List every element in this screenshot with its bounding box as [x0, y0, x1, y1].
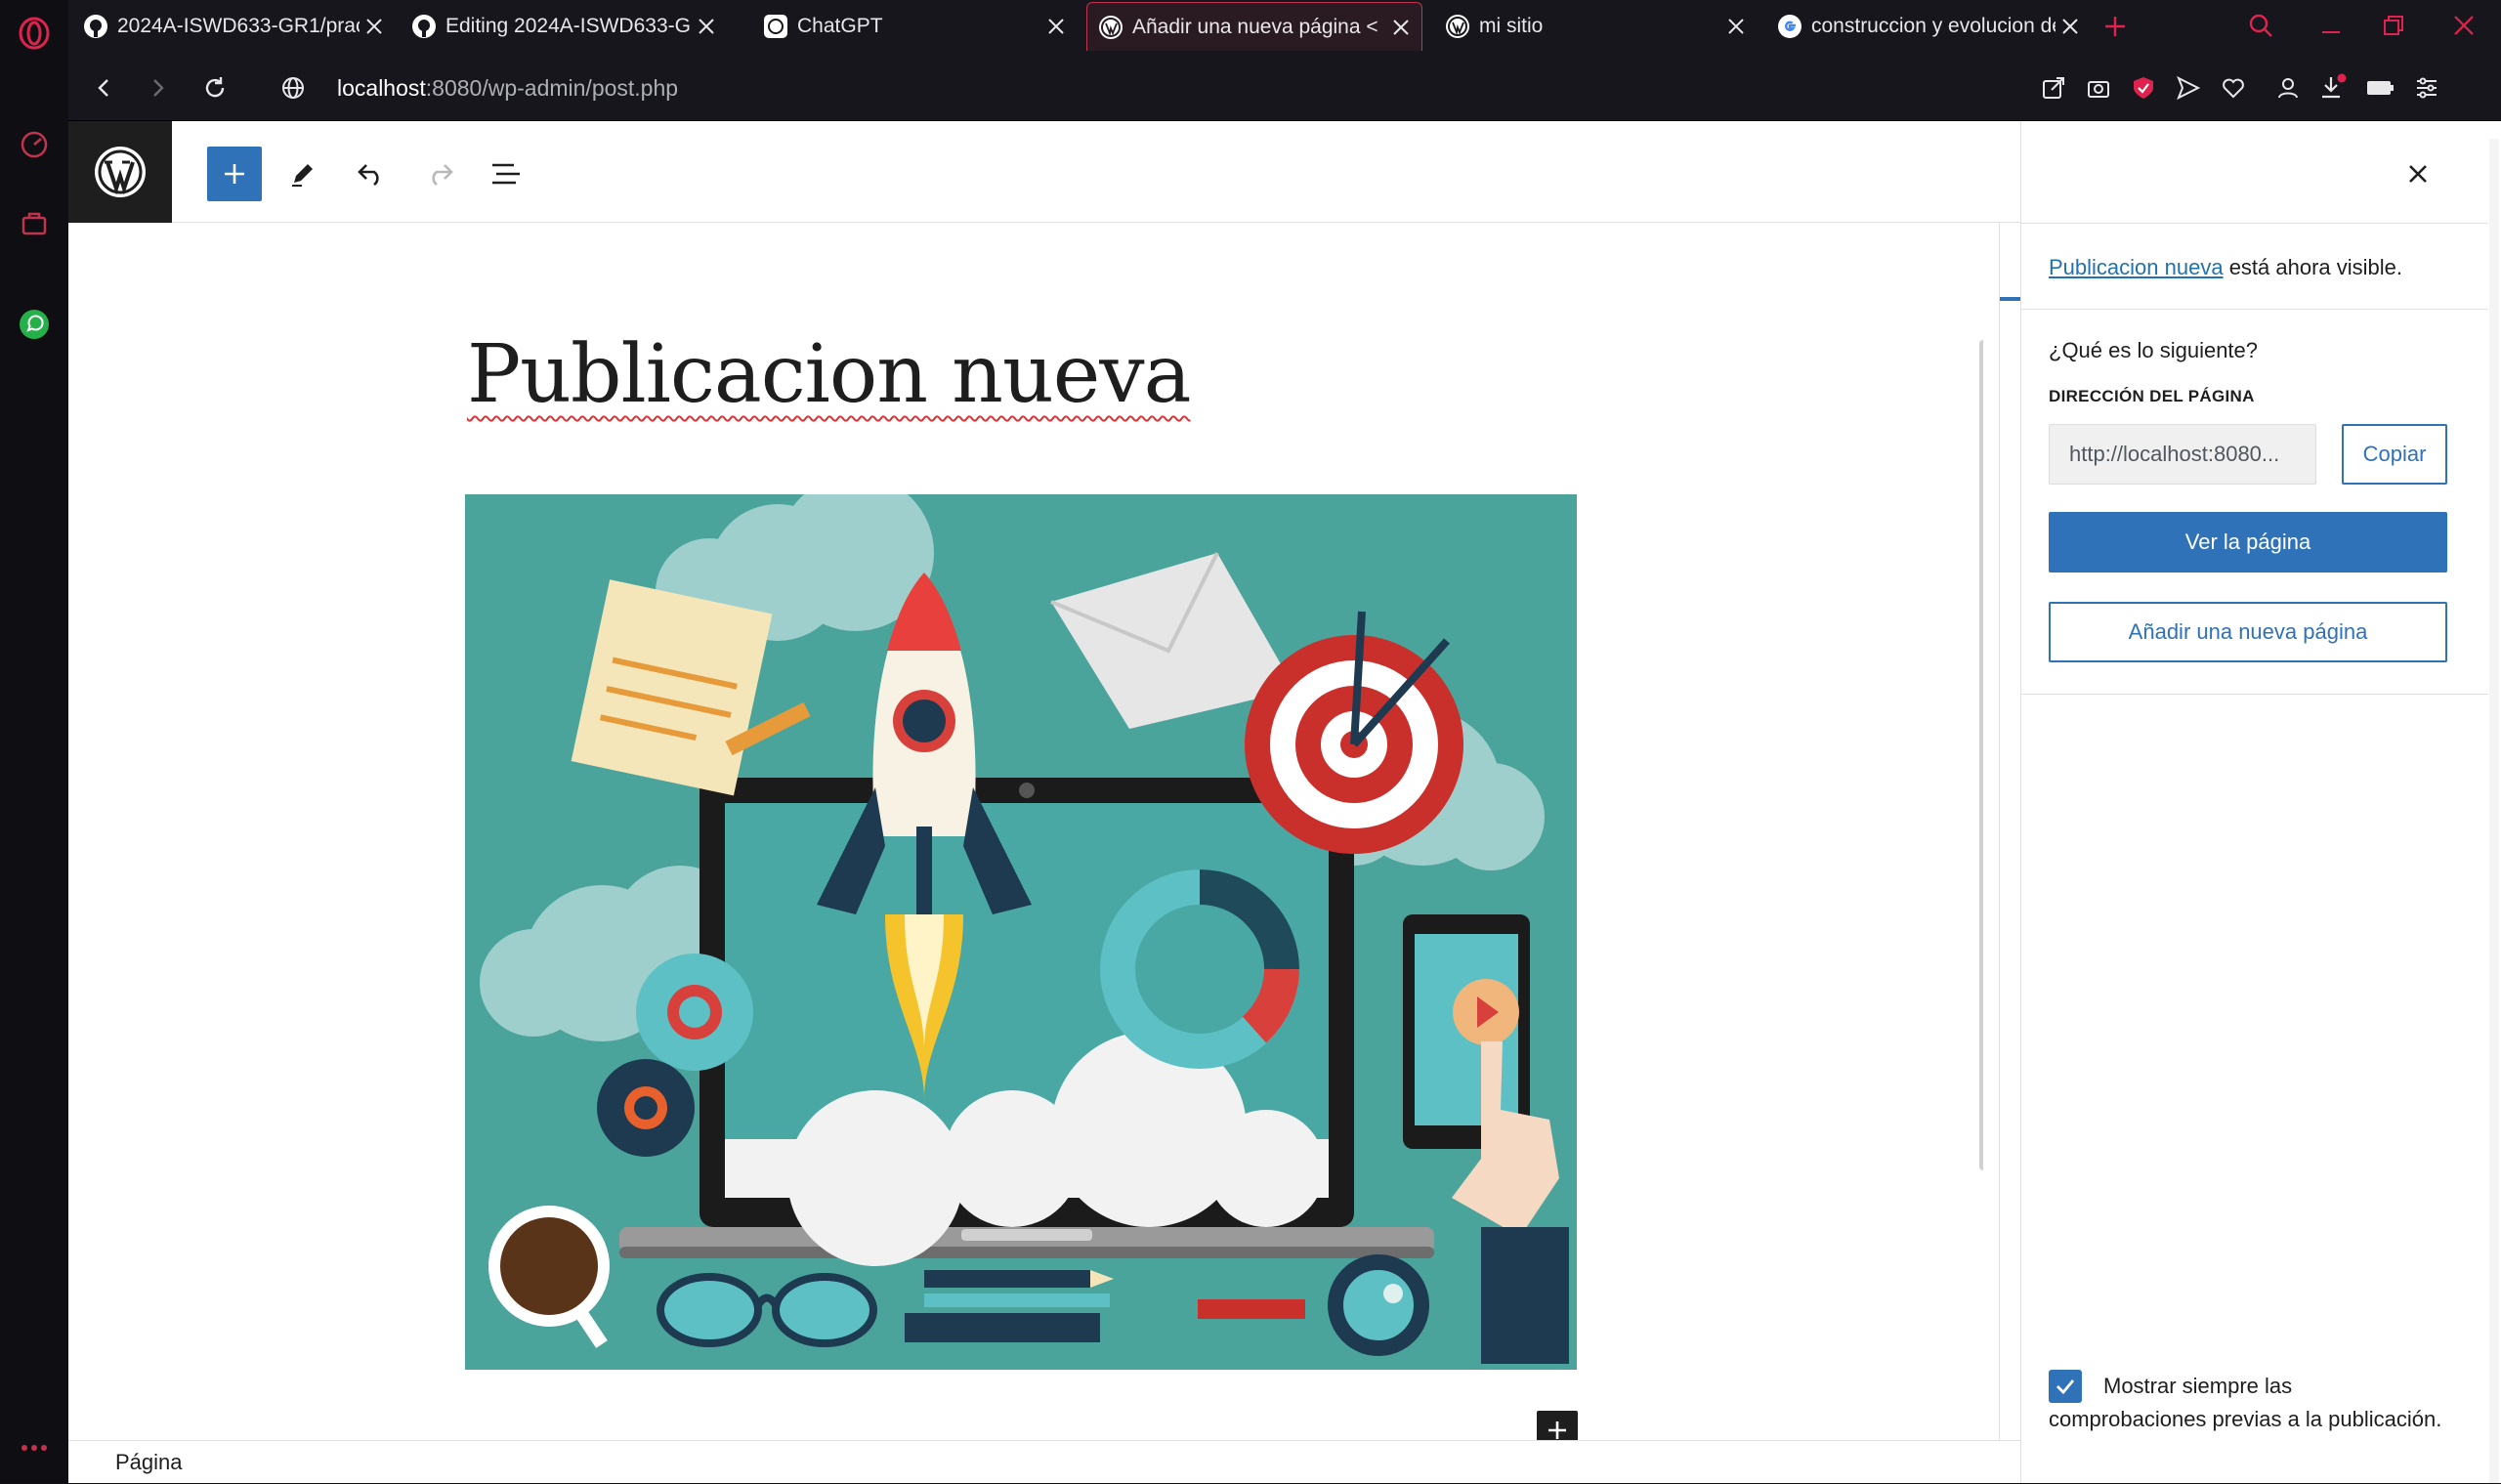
close-icon[interactable] [692, 12, 721, 41]
tab-mi-sitio[interactable]: mi sitio [1434, 2, 1757, 51]
editor-toolbar [68, 121, 2020, 223]
url-field[interactable]: localhost:8080/wp-admin/post.php [337, 70, 678, 106]
scroll-indicator [2000, 297, 2021, 301]
close-icon[interactable] [1041, 12, 1071, 41]
url-host: localhost [337, 75, 426, 101]
browser-sidebar [0, 0, 68, 1483]
divider [2021, 694, 2488, 695]
post-publish-panel: Publicacion nueva está ahora visible. ¿Q… [2020, 121, 2488, 1483]
close-icon[interactable] [1386, 13, 1416, 42]
tab-title: Editing 2024A-ISWD633-GR1 [445, 15, 692, 37]
editor-canvas: Publicacion nueva [68, 223, 1983, 1440]
forward-icon[interactable] [139, 68, 178, 107]
url-path: :8080/wp-admin/post.php [425, 75, 679, 101]
address-bar: localhost:8080/wp-admin/post.php [68, 53, 2501, 121]
tab-chatgpt[interactable]: ChatGPT [752, 2, 1077, 51]
close-icon [2409, 165, 2427, 183]
site-info-icon[interactable] [274, 68, 313, 107]
restore-icon[interactable] [2376, 8, 2411, 43]
camera-icon[interactable] [2079, 68, 2118, 107]
breadcrumb-page[interactable]: Página [115, 1450, 183, 1474]
window-close-icon[interactable] [2446, 8, 2481, 43]
panel-scrollbar[interactable] [2489, 139, 2499, 1483]
edit-tools-button[interactable] [276, 147, 330, 201]
prepublish-checks-label: Mostrar siempre las comprobaciones previ… [2049, 1374, 2442, 1431]
speed-dial-icon[interactable] [15, 125, 54, 164]
pencil-icon [292, 164, 313, 187]
tab-google-search[interactable]: construccion y evolucion de [1766, 2, 2091, 51]
tab-title: mi sitio [1479, 15, 1544, 37]
tab-title: construccion y evolucion de [1811, 15, 2056, 37]
close-icon[interactable] [2056, 12, 2085, 41]
wordpress-icon [1097, 14, 1124, 41]
block-inserter-button[interactable] [207, 147, 262, 201]
divider [2021, 309, 2488, 310]
tab-github-editing[interactable]: Editing 2024A-ISWD633-GR1 [401, 2, 727, 51]
wordpress-icon [1444, 13, 1471, 40]
close-panel-button[interactable] [2398, 154, 2437, 193]
google-icon [1776, 13, 1803, 40]
extensions-icon[interactable] [15, 203, 54, 242]
page-address-field[interactable]: http://localhost:8080... [2049, 424, 2316, 485]
breadcrumb-footer: Página [68, 1440, 2020, 1483]
chatgpt-icon [762, 13, 789, 40]
view-page-button[interactable]: Ver la página [2049, 512, 2447, 572]
opera-logo-icon[interactable] [15, 14, 54, 53]
new-tab-icon[interactable] [2098, 10, 2132, 43]
undo-button[interactable] [344, 147, 399, 201]
back-icon[interactable] [84, 68, 123, 107]
more-icon[interactable] [15, 1428, 54, 1467]
share-icon[interactable] [2034, 68, 2073, 107]
startup-rocket-illustration [465, 494, 1577, 1370]
post-link[interactable]: Publicacion nueva [2049, 255, 2224, 279]
account-icon[interactable] [2268, 68, 2308, 107]
post-title[interactable]: Publicacion nueva [467, 328, 1191, 421]
checkmark-icon [2056, 1379, 2075, 1395]
whats-next-heading: ¿Qué es lo siguiente? [2049, 338, 2259, 362]
tab-title: Añadir una nueva página < [1132, 15, 1378, 38]
redo-icon [432, 164, 453, 187]
list-view-icon [492, 163, 520, 185]
whatsapp-icon[interactable] [15, 305, 54, 344]
canvas-scrollbar[interactable] [1979, 340, 1983, 1170]
plus-icon [225, 164, 244, 184]
redo-button[interactable] [412, 147, 467, 201]
tab-add-new-page[interactable]: Añadir una nueva página < [1086, 2, 1422, 51]
reload-icon[interactable] [195, 68, 234, 107]
add-new-page-button[interactable]: Añadir una nueva página [2049, 602, 2447, 662]
minimize-icon[interactable] [2313, 8, 2349, 43]
send-icon[interactable] [2169, 68, 2208, 107]
add-block-button[interactable] [1537, 1411, 1578, 1440]
publish-notice: Publicacion nueva está ahora visible. [2049, 252, 2402, 283]
tab-github-practica[interactable]: 2024A-ISWD633-GR1/practica [72, 2, 395, 51]
close-icon[interactable] [1721, 12, 1751, 41]
heart-icon[interactable] [2214, 68, 2253, 107]
adblock-shield-icon[interactable] [2124, 68, 2163, 107]
battery-saver-icon[interactable] [2360, 68, 2399, 107]
undo-icon [358, 164, 379, 187]
wordpress-logo-icon[interactable] [68, 121, 172, 223]
github-icon [410, 13, 438, 40]
divider [2021, 223, 2488, 224]
canvas-side-strip [1999, 223, 2021, 1440]
github-icon [82, 13, 109, 40]
document-overview-button[interactable] [479, 147, 533, 201]
tab-bar: 2024A-ISWD633-GR1/practica Editing 2024A… [68, 0, 2501, 53]
easy-setup-icon[interactable] [2407, 68, 2446, 107]
notice-text: está ahora visible. [2223, 255, 2403, 279]
featured-image[interactable] [465, 494, 1577, 1370]
plus-icon [1548, 1421, 1566, 1439]
tab-title: ChatGPT [797, 15, 883, 37]
close-icon[interactable] [360, 12, 389, 41]
download-icon[interactable] [2313, 68, 2353, 107]
tab-search-icon[interactable] [2243, 8, 2278, 43]
tab-title: 2024A-ISWD633-GR1/practica [117, 15, 360, 37]
wp-editor: Publicacion nueva Página Publicacion nue… [68, 121, 2501, 1483]
copy-button[interactable]: Copiar [2342, 424, 2447, 485]
prepublish-checks-checkbox[interactable] [2049, 1370, 2082, 1403]
page-address-label: DIRECCIÓN DEL PÁGINA [2049, 387, 2255, 405]
